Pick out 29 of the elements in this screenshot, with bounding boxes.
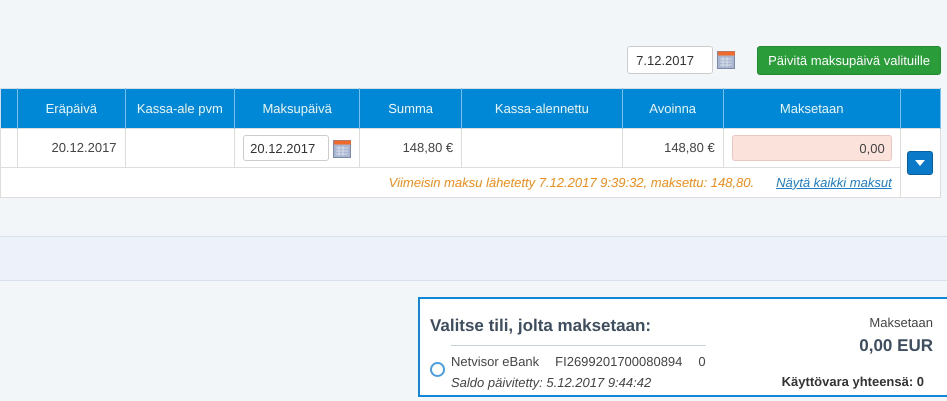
date-field[interactable]: 7.12.2017	[627, 46, 714, 74]
dropdown-button[interactable]	[907, 151, 934, 175]
column-header: Kassa-alennettu	[494, 100, 589, 116]
table-cell: 148,80 €	[402, 140, 454, 156]
column-header: Avoinna	[649, 100, 696, 116]
calendar-icon[interactable]	[717, 51, 736, 69]
table-cell: 20.12.2017	[51, 140, 117, 156]
table-cell: 148,80 €	[664, 140, 715, 156]
column-header: Kassa-ale pvm	[136, 100, 223, 116]
amount-field[interactable]: 0,00	[732, 135, 892, 161]
update-payment-date-button[interactable]: Päivitä maksupäivä valituille	[757, 46, 941, 75]
panel-title: Valitse tili, jolta maksetaan:	[430, 315, 652, 337]
column-header: Maksupäivä	[262, 100, 332, 116]
payment-note: Viimeisin maksu lähetetty 7.12.2017 9:39:32, maksettu: 148,80.	[388, 174, 754, 190]
account-iban: FI2699201700080894	[555, 352, 682, 370]
balance-updated: Saldo päivitetty: 5.12.2017 9:44:42	[451, 374, 652, 392]
calendar-icon[interactable]	[333, 140, 352, 158]
column-header: Eräpäivä	[46, 100, 97, 116]
available-total: Käyttövara yhteensä: 0	[782, 373, 924, 391]
date-field[interactable]: 20.12.2017	[243, 135, 330, 161]
column-header: Summa	[388, 100, 434, 116]
radio-button[interactable]	[430, 362, 445, 377]
account-name: Netvisor eBank	[451, 352, 540, 370]
show-all-payments-link[interactable]: Näytä kaikki maksut	[776, 174, 892, 190]
paying-label: Maksetaan	[869, 314, 933, 332]
column-header: Maksetaan	[780, 100, 844, 116]
account-balance: 0	[698, 352, 706, 370]
caret-icon	[915, 160, 926, 166]
paying-amount: 0,00 EUR	[859, 334, 933, 356]
